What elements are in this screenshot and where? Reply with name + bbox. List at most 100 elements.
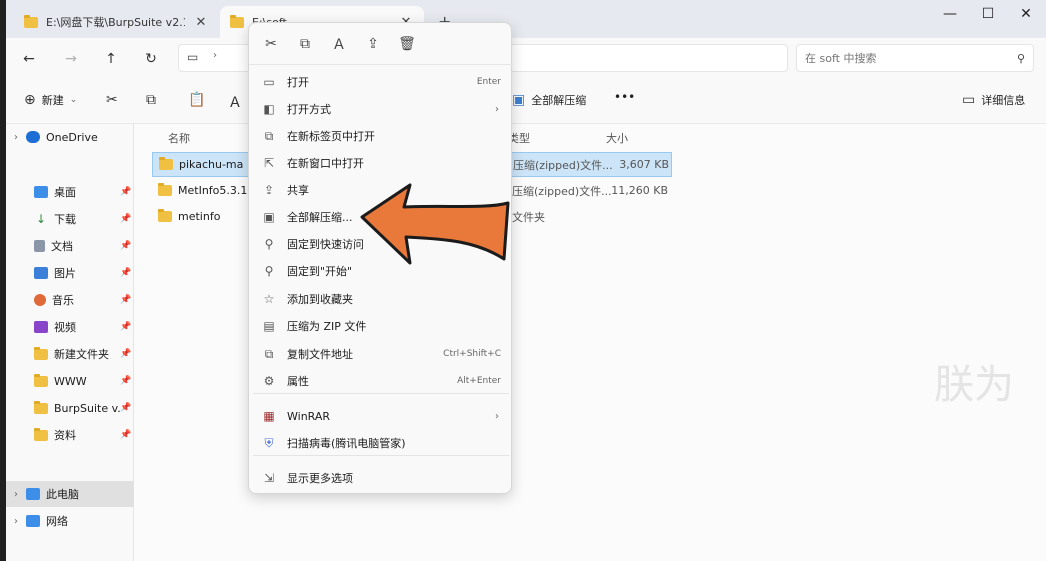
minimize-button[interactable]: — <box>932 6 968 26</box>
music-icon <box>34 294 46 306</box>
sidebar-item-new-folder[interactable]: 新建文件夹 📌 <box>6 341 134 367</box>
annotation-arrow <box>360 183 510 265</box>
chevron-right-icon: › <box>495 410 499 422</box>
shortcut-hint: Alt+Enter <box>457 376 501 386</box>
shortcut-hint: Enter <box>476 77 501 87</box>
context-menu-label: 在新标签页中打开 <box>287 130 375 143</box>
search-input[interactable] <box>805 51 995 65</box>
close-tab-icon[interactable]: ✕ <box>193 15 209 30</box>
sidebar-item-this-pc[interactable]: › 此电脑 <box>6 481 134 507</box>
menu-separator <box>253 455 509 456</box>
sidebar-item-music[interactable]: 音乐 📌 <box>6 287 134 313</box>
copy-icon[interactable]: ⧉ <box>295 36 315 52</box>
folder-icon <box>24 14 38 28</box>
maximize-button[interactable]: ☐ <box>970 6 1006 26</box>
sidebar-item-documents[interactable]: 文档 📌 <box>6 233 134 259</box>
context-menu-label: 添加到收藏夹 <box>287 293 353 306</box>
navigation-bar: ← → ↑ ↻ ▭ › ⚲ <box>6 38 1046 78</box>
chevron-right-icon: › <box>213 50 217 61</box>
shortcut-hint: Ctrl+Shift+C <box>443 349 501 359</box>
file-size: 3,607 KB <box>619 158 669 171</box>
copy-icon[interactable]: ⧉ <box>146 92 156 108</box>
paste-icon[interactable]: 📋 <box>188 92 205 108</box>
sidebar-item-label: 视频 <box>54 321 76 334</box>
sidebar-item-label: 资料 <box>54 429 76 442</box>
pin-icon: 📌 <box>120 241 132 251</box>
context-menu-item-open-in-new-window[interactable]: ⇱ 在新窗口中打开 <box>253 150 509 176</box>
file-name: pikachu-ma <box>179 158 244 171</box>
sidebar-item-videos[interactable]: 视频 📌 <box>6 314 134 340</box>
chevron-right-icon[interactable]: › <box>6 132 26 143</box>
new-window-icon: ⇱ <box>263 156 275 170</box>
sidebar-item-desktop[interactable]: 桌面 📌 <box>6 179 134 205</box>
new-button[interactable]: ⊕ 新建 ⌄ <box>24 92 77 108</box>
details-button[interactable]: ▭ 详细信息 <box>962 92 1025 108</box>
column-header-size[interactable]: 大小 <box>606 130 628 146</box>
sidebar-item-burpsuite[interactable]: BurpSuite v. 📌 <box>6 395 134 421</box>
file-name: metinfo <box>178 210 221 223</box>
context-menu-item-properties[interactable]: ⚙ 属性 Alt+Enter <box>253 368 509 394</box>
sidebar-item-pictures[interactable]: 图片 📌 <box>6 260 134 286</box>
context-menu-item-add-to-favorites[interactable]: ☆ 添加到收藏夹 <box>253 286 509 312</box>
download-icon: ↓ <box>35 212 47 226</box>
pin-icon: 📌 <box>120 214 132 224</box>
sidebar-item-label: 下载 <box>54 213 76 226</box>
context-menu-item-open[interactable]: ▭ 打开 Enter <box>253 69 509 95</box>
cut-icon[interactable]: ✂ <box>261 36 281 52</box>
chevron-right-icon[interactable]: › <box>6 489 26 500</box>
folder-icon <box>34 346 48 360</box>
share-icon[interactable]: ⇪ <box>363 36 383 52</box>
forward-arrow-icon[interactable]: → <box>60 48 82 70</box>
more-options-button[interactable]: ••• <box>614 90 635 104</box>
cut-icon[interactable]: ✂ <box>106 92 118 108</box>
zip-folder-icon <box>159 157 173 170</box>
sidebar-item-www[interactable]: WWW 📌 <box>6 368 134 394</box>
context-menu-item-compress-to-zip[interactable]: ▤ 压缩为 ZIP 文件 <box>253 313 509 339</box>
file-type: 文件夹 <box>512 210 545 224</box>
back-arrow-icon[interactable]: ← <box>18 48 40 70</box>
file-size: 11,260 KB <box>611 184 668 197</box>
context-menu-label: 在新窗口中打开 <box>287 157 364 170</box>
chevron-right-icon[interactable]: › <box>6 516 26 527</box>
sidebar-item-label: 网络 <box>46 515 68 528</box>
more-options-icon: ⇲ <box>263 471 275 485</box>
search-box[interactable]: ⚲ <box>796 44 1034 72</box>
refresh-icon[interactable]: ↻ <box>140 48 162 70</box>
file-explorer-window: E:\网盘下载\BurpSuite v2.1\Bur ✕ E:\soft ✕ +… <box>6 0 1046 561</box>
pin-icon: ⚲ <box>264 264 274 278</box>
sidebar-item-network[interactable]: › 网络 <box>6 508 134 534</box>
rename-icon[interactable]: Ａ <box>228 92 242 112</box>
column-header-name[interactable]: 名称 <box>168 130 190 146</box>
up-arrow-icon[interactable]: ↑ <box>100 48 122 70</box>
zip-folder-icon <box>158 183 172 196</box>
sidebar-item-label: WWW <box>54 374 87 388</box>
context-menu-item-copy-as-path[interactable]: ⧉ 复制文件地址 Ctrl+Shift+C <box>253 341 509 367</box>
delete-icon[interactable]: 🗑 <box>397 36 417 52</box>
sidebar-item-label: 音乐 <box>52 294 74 307</box>
context-menu-item-scan-virus[interactable]: ⛨ 扫描病毒(腾讯电脑管家) <box>253 430 509 456</box>
rename-icon[interactable]: Ａ <box>329 34 349 54</box>
context-menu-item-open-with[interactable]: ◧ 打开方式 › <box>253 96 509 122</box>
tab-burpsuite[interactable]: E:\网盘下载\BurpSuite v2.1\Bur ✕ <box>14 6 219 38</box>
context-menu-item-show-more-options[interactable]: ⇲ 显示更多选项 <box>253 465 509 491</box>
new-tab-icon: ⧉ <box>264 128 274 143</box>
context-menu-label: 复制文件地址 <box>287 348 353 361</box>
sidebar-item-downloads[interactable]: ↓ 下载 📌 <box>6 206 134 232</box>
search-icon: ⚲ <box>1016 51 1025 65</box>
sidebar-item-onedrive[interactable]: › OneDrive <box>6 124 134 150</box>
sidebar-item-resources[interactable]: 资料 📌 <box>6 422 134 448</box>
folder-open-icon: ▭ <box>263 75 275 89</box>
context-menu-item-winrar[interactable]: ▦ WinRAR › <box>253 403 509 429</box>
file-name: MetInfo5.3.1. <box>178 184 251 197</box>
context-menu-quick-actions: ✂ ⧉ Ａ ⇪ 🗑 <box>249 23 513 65</box>
wrench-icon: ⚙ <box>263 374 275 388</box>
pin-icon: 📌 <box>120 349 132 359</box>
context-menu-item-open-in-new-tab[interactable]: ⧉ 在新标签页中打开 <box>253 123 509 149</box>
close-button[interactable]: ✕ <box>1008 6 1044 26</box>
context-menu-label: 压缩为 ZIP 文件 <box>287 320 367 333</box>
file-type: 压缩(zipped)文件... <box>512 184 612 198</box>
extract-all-button[interactable]: ▣ 全部解压缩 <box>512 92 586 108</box>
folder-icon <box>34 373 48 387</box>
open-with-icon: ◧ <box>263 102 275 116</box>
chevron-right-icon: › <box>495 103 499 115</box>
